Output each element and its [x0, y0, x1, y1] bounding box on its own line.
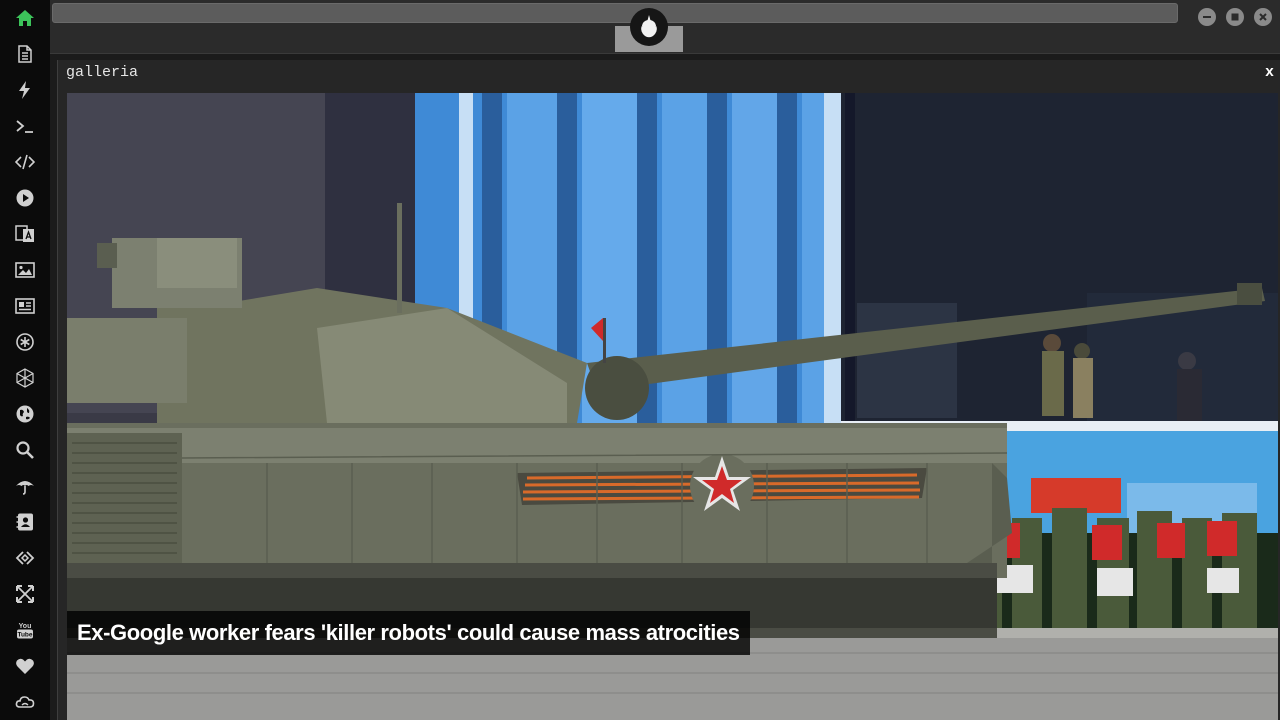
cloud-button[interactable]: [9, 686, 41, 718]
umbrella-icon: [16, 481, 34, 495]
maximize-button[interactable]: [1226, 8, 1244, 26]
top-bar: [50, 0, 1280, 54]
close-icon: [1259, 13, 1267, 21]
hexagon-button[interactable]: [9, 362, 41, 394]
news-icon: [15, 298, 35, 314]
expand-icon: [16, 585, 34, 603]
document-button[interactable]: [9, 38, 41, 70]
image-button[interactable]: [9, 254, 41, 286]
play-icon: [16, 189, 34, 207]
asterisk-button[interactable]: [9, 326, 41, 358]
asterisk-icon: [16, 333, 34, 351]
maximize-icon: [1231, 13, 1239, 21]
gallery-window: galleria x Ex-Google worker fears 'kille…: [57, 60, 1280, 720]
umbrella-button[interactable]: [9, 470, 41, 502]
close-window-button[interactable]: [1254, 8, 1272, 26]
rebel-alliance-icon: [641, 15, 657, 38]
document-icon: [18, 45, 32, 63]
hexagon-icon: [16, 368, 34, 388]
lightning-icon: [19, 81, 30, 99]
svg-text:You: You: [19, 623, 32, 630]
minimize-button[interactable]: [1198, 8, 1216, 26]
code-icon: [15, 154, 35, 170]
expand-button[interactable]: [9, 578, 41, 610]
link-button[interactable]: [9, 542, 41, 574]
terminal-button[interactable]: [9, 110, 41, 142]
home-icon: [16, 10, 34, 26]
logo[interactable]: [630, 8, 668, 46]
gallery-title: galleria: [66, 64, 139, 81]
youtube-button[interactable]: You Tube: [9, 614, 41, 646]
image-caption: Ex-Google worker fears 'killer robots' c…: [67, 611, 750, 655]
play-button[interactable]: [9, 182, 41, 214]
link-icon: [15, 551, 35, 565]
minimize-icon: [1203, 16, 1211, 18]
gallery-close-button[interactable]: x: [1265, 64, 1274, 81]
svg-text:Tube: Tube: [17, 632, 32, 639]
home-button[interactable]: [9, 2, 41, 34]
heart-icon: [16, 658, 34, 674]
translate-button[interactable]: [9, 218, 41, 250]
youtube-icon: You Tube: [17, 623, 33, 639]
contact-icon: [16, 513, 33, 531]
lightning-button[interactable]: [9, 74, 41, 106]
gallery-image[interactable]: Ex-Google worker fears 'killer robots' c…: [67, 93, 1278, 720]
globe-icon: [16, 405, 34, 423]
contact-button[interactable]: [9, 506, 41, 538]
sidebar: You Tube: [0, 0, 50, 720]
address-bar[interactable]: [52, 3, 1178, 23]
code-button[interactable]: [9, 146, 41, 178]
heart-button[interactable]: [9, 650, 41, 682]
cloud-icon: [15, 696, 35, 708]
search-button[interactable]: [9, 434, 41, 466]
globe-button[interactable]: [9, 398, 41, 430]
terminal-icon: [16, 120, 33, 133]
image-icon: [15, 262, 35, 278]
translate-icon: [15, 225, 34, 242]
news-button[interactable]: [9, 290, 41, 322]
search-icon: [16, 441, 34, 459]
